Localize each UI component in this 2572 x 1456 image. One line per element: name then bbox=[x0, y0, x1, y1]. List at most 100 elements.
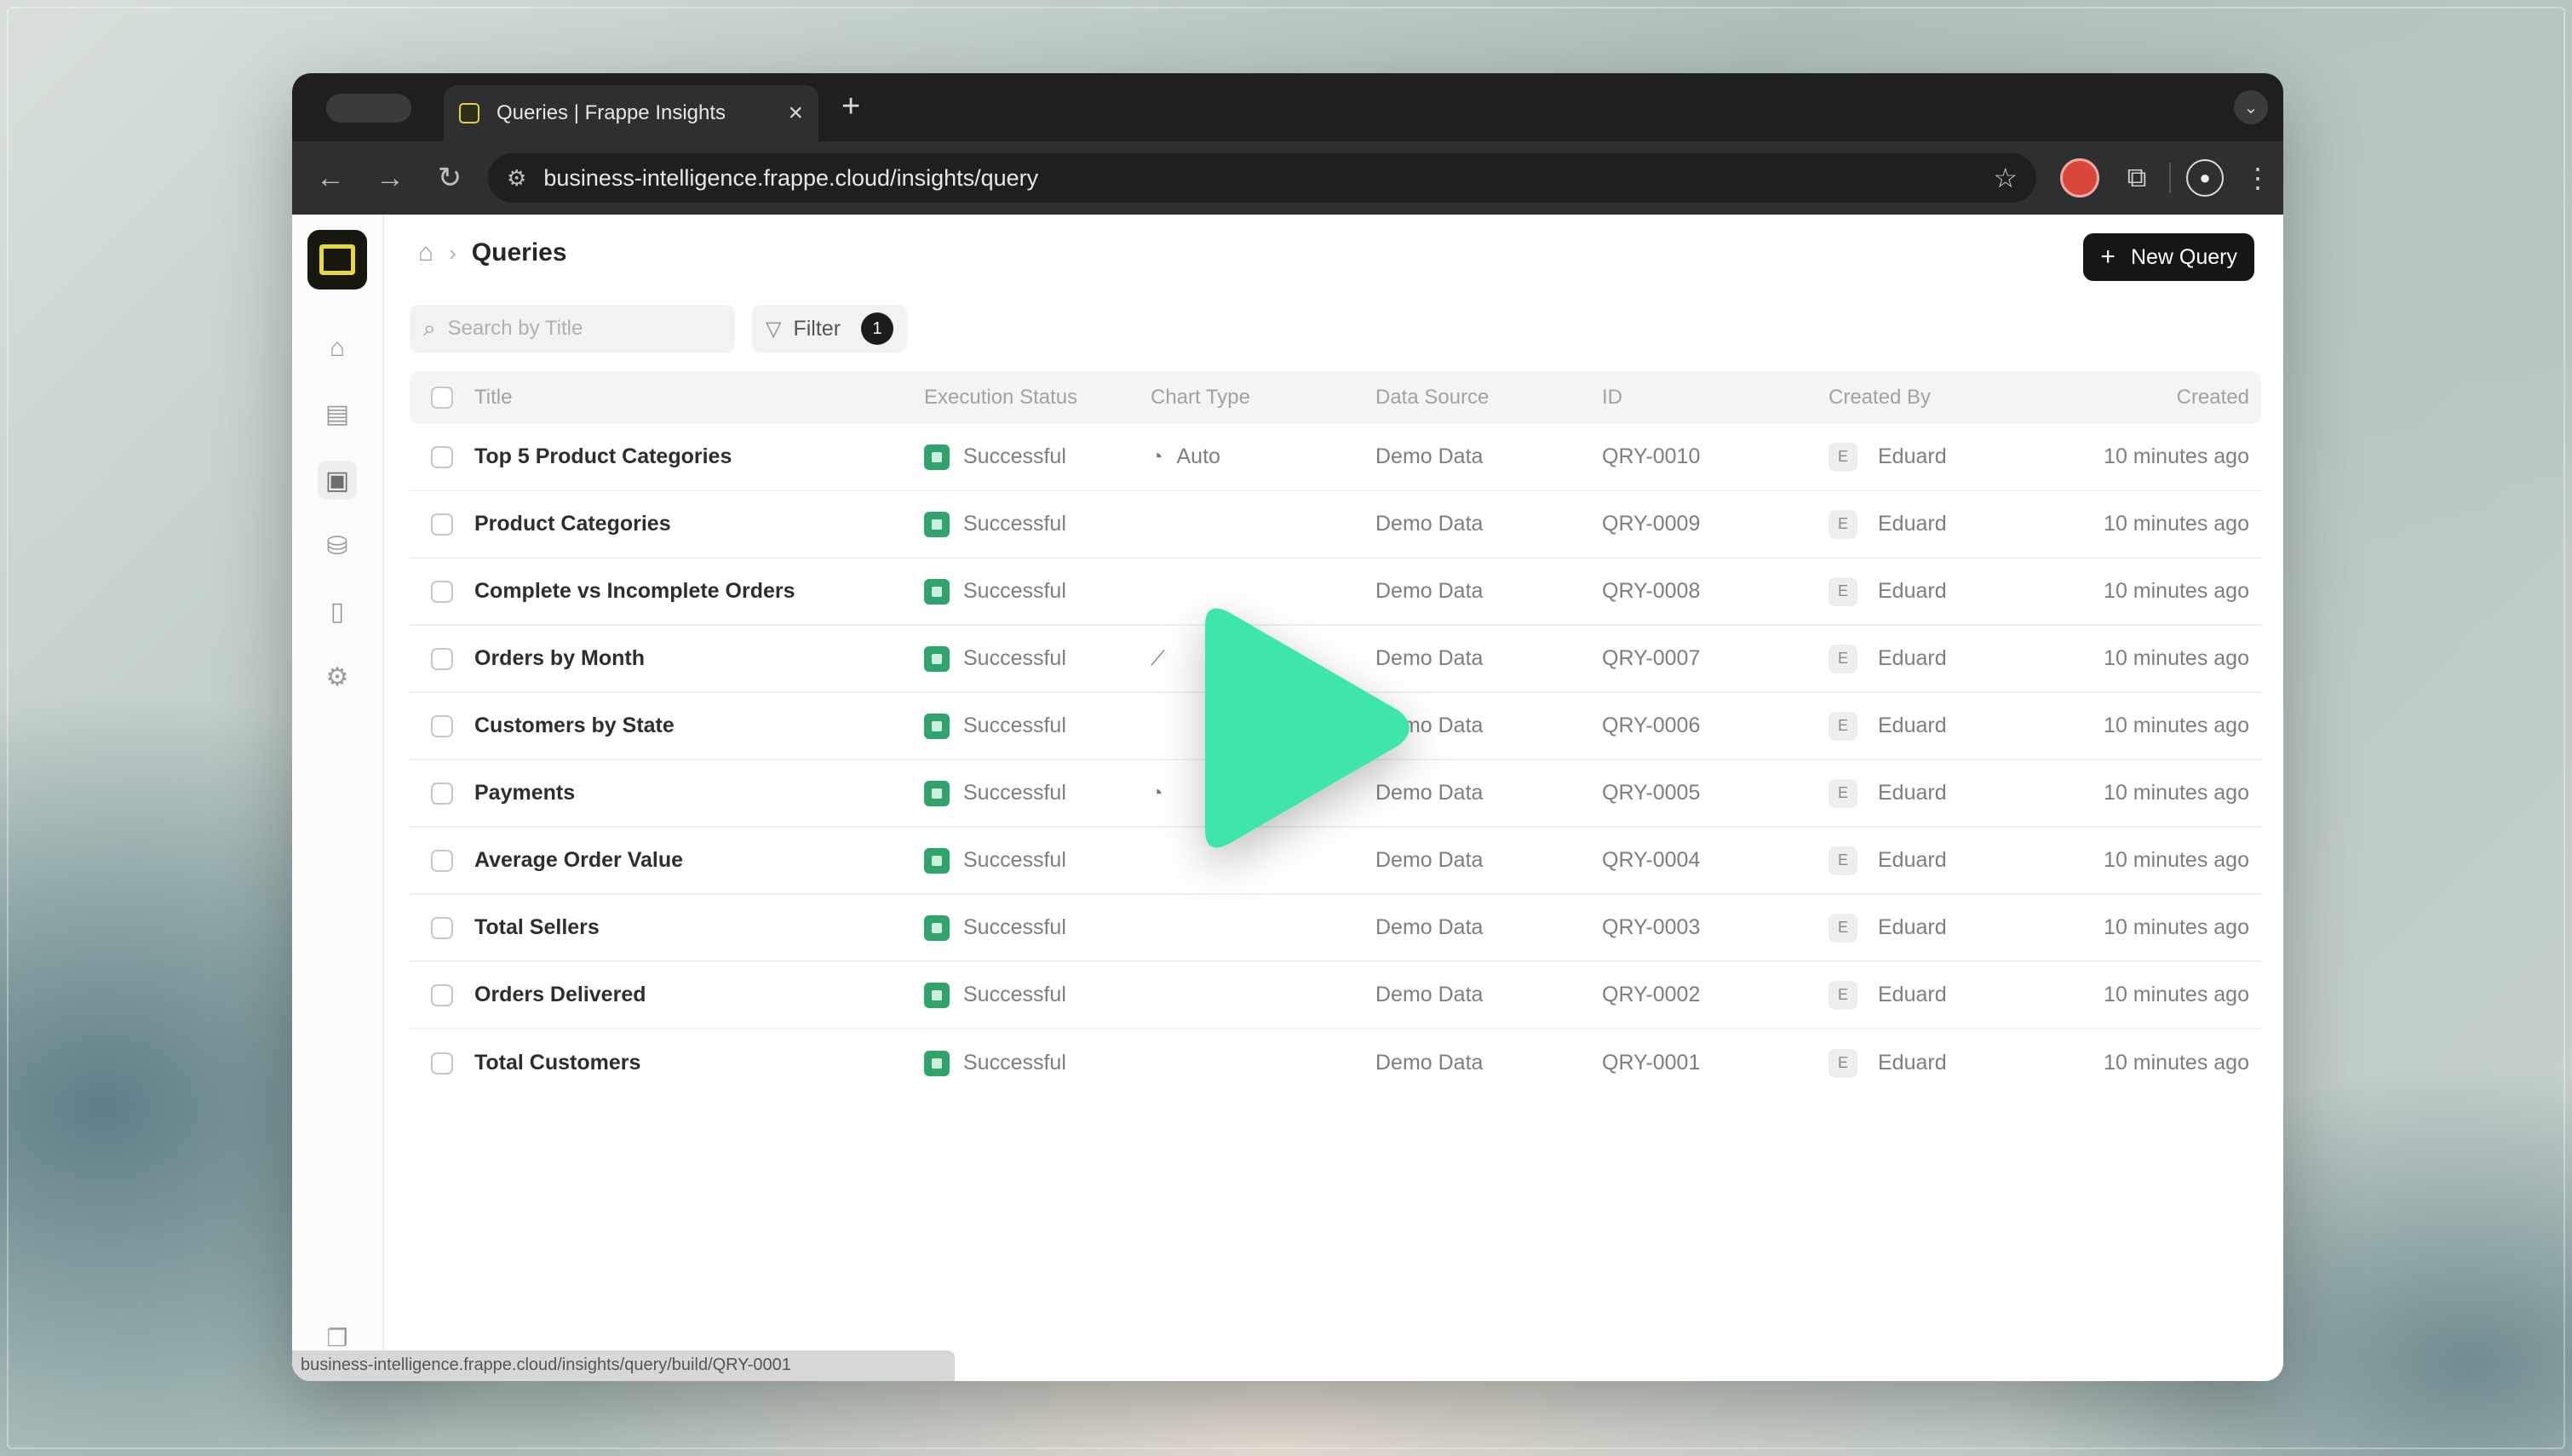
row-checkbox[interactable] bbox=[431, 916, 453, 939]
tab-title: Queries | Frappe Insights bbox=[497, 101, 726, 124]
row-data-source: Demo Data bbox=[1375, 512, 1484, 536]
link-status-bar: business-intelligence.frappe.cloud/insig… bbox=[292, 1350, 955, 1381]
header-created-by[interactable]: Created By bbox=[1829, 386, 2033, 410]
row-created-by: E Eduard bbox=[1829, 980, 2033, 1010]
new-query-button[interactable]: + New Query bbox=[2083, 233, 2254, 281]
row-status: Successful bbox=[924, 444, 1151, 470]
row-title[interactable]: Customers by State bbox=[474, 714, 924, 738]
row-status-label: Successful bbox=[963, 444, 1066, 468]
table-row[interactable]: Total Sellers Successful Demo Data QRY-0003… bbox=[410, 895, 2261, 962]
new-tab-button[interactable]: + bbox=[841, 90, 860, 123]
status-success-icon bbox=[924, 780, 950, 806]
row-checkbox[interactable] bbox=[431, 445, 453, 468]
row-status-label: Successful bbox=[963, 579, 1066, 603]
status-success-icon bbox=[924, 713, 950, 739]
forward-arrow-icon[interactable]: → bbox=[360, 162, 420, 195]
row-status-label: Successful bbox=[963, 714, 1066, 737]
row-title[interactable]: Payments bbox=[474, 781, 924, 805]
row-title[interactable]: Average Order Value bbox=[474, 848, 924, 873]
extension-record-icon[interactable] bbox=[2060, 158, 2099, 198]
dashboards-icon[interactable]: ▤ bbox=[318, 394, 357, 433]
status-success-icon bbox=[924, 511, 950, 537]
pie-chart-icon: ◔ bbox=[1151, 781, 1163, 805]
header-data-source[interactable]: Data Source bbox=[1375, 386, 1602, 410]
insights-logo[interactable] bbox=[307, 230, 367, 289]
filter-button[interactable]: ▽ Filter 1 bbox=[752, 305, 907, 353]
extensions-puzzle-icon[interactable]: ⧉ bbox=[2111, 162, 2162, 194]
play-icon[interactable] bbox=[1171, 592, 1427, 864]
home-icon[interactable]: ⌂ bbox=[318, 329, 357, 368]
header-chart-type[interactable]: Chart Type bbox=[1151, 386, 1375, 410]
row-select-cell bbox=[410, 647, 474, 670]
filter-icon: ▽ bbox=[766, 317, 782, 341]
row-status: Successful bbox=[924, 847, 1151, 874]
queries-icon[interactable]: ▣ bbox=[318, 461, 357, 500]
row-select-cell bbox=[410, 445, 474, 468]
reload-icon[interactable]: ↻ bbox=[420, 161, 479, 195]
row-id: QRY-0009 bbox=[1602, 512, 1701, 536]
browser-tab-active[interactable]: Queries | Frappe Insights × bbox=[444, 85, 818, 141]
bookmark-star-icon[interactable]: ☆ bbox=[1993, 162, 2018, 194]
table-row[interactable]: Orders Delivered Successful Demo Data QRY-0… bbox=[410, 962, 2261, 1029]
header-title[interactable]: Title bbox=[474, 386, 924, 410]
url-text[interactable]: business-intelligence.frappe.cloud/insig… bbox=[543, 165, 1993, 192]
row-checkbox[interactable] bbox=[431, 647, 453, 670]
browser-menu-icon[interactable]: ⋮ bbox=[2232, 162, 2283, 194]
table-row[interactable]: Top 5 Product Categories Successful ◔ Auto D… bbox=[410, 424, 2261, 491]
search-input[interactable] bbox=[447, 317, 703, 341]
tab-search-button[interactable]: ⌄ bbox=[2234, 90, 2268, 124]
select-all-checkbox[interactable] bbox=[431, 387, 453, 409]
header-created[interactable]: Created bbox=[2033, 386, 2261, 410]
row-created: 10 minutes ago bbox=[2104, 579, 2249, 603]
table-row[interactable]: Total Customers Successful Demo Data QRY-00… bbox=[410, 1029, 2261, 1097]
row-title[interactable]: Top 5 Product Categories bbox=[474, 444, 924, 469]
row-checkbox[interactable] bbox=[431, 983, 453, 1006]
breadcrumb-home-icon[interactable]: ⌂ bbox=[418, 238, 433, 267]
plus-icon: + bbox=[2100, 243, 2116, 271]
row-title[interactable]: Product Categories bbox=[474, 512, 924, 536]
row-status-label: Successful bbox=[963, 1051, 1066, 1075]
row-created: 10 minutes ago bbox=[2104, 983, 2249, 1006]
row-checkbox[interactable] bbox=[431, 1052, 453, 1075]
table-row[interactable]: Product Categories Successful Demo Data QRY… bbox=[410, 491, 2261, 559]
settings-icon[interactable]: ⚙ bbox=[318, 657, 357, 696]
status-success-icon bbox=[924, 847, 950, 874]
row-select-cell bbox=[410, 849, 474, 872]
data-sources-icon[interactable]: ⛁ bbox=[318, 526, 357, 565]
header-status[interactable]: Execution Status bbox=[924, 386, 1151, 410]
avatar: E bbox=[1829, 442, 1857, 472]
new-query-label: New Query bbox=[2130, 244, 2237, 269]
row-created-by: E Eduard bbox=[1829, 913, 2033, 943]
row-checkbox[interactable] bbox=[431, 782, 453, 805]
status-success-icon bbox=[924, 1050, 950, 1076]
row-status-label: Successful bbox=[963, 983, 1066, 1006]
row-checkbox[interactable] bbox=[431, 849, 453, 872]
breadcrumb-chevron-icon: › bbox=[449, 239, 456, 266]
row-checkbox[interactable] bbox=[431, 580, 453, 603]
row-select-cell bbox=[410, 580, 474, 603]
window-controls[interactable] bbox=[326, 94, 411, 123]
row-created-by: E Eduard bbox=[1829, 644, 2033, 674]
search-field[interactable]: ⌕ bbox=[410, 305, 735, 353]
toolbar-divider bbox=[2169, 163, 2171, 193]
header-id[interactable]: ID bbox=[1602, 386, 1829, 410]
notebooks-icon[interactable]: ▯ bbox=[318, 592, 357, 631]
tab-close-icon[interactable]: × bbox=[788, 100, 803, 126]
site-settings-icon[interactable]: ⚙ bbox=[507, 165, 526, 192]
page-title: Queries bbox=[471, 238, 567, 267]
back-arrow-icon[interactable]: ← bbox=[301, 162, 360, 195]
row-created: 10 minutes ago bbox=[2104, 915, 2249, 939]
row-title[interactable]: Total Sellers bbox=[474, 915, 924, 940]
row-title[interactable]: Complete vs Incomplete Orders bbox=[474, 579, 924, 604]
row-title[interactable]: Orders by Month bbox=[474, 646, 924, 671]
address-bar[interactable]: ⚙ business-intelligence.frappe.cloud/ins… bbox=[488, 153, 2036, 203]
row-title[interactable]: Orders Delivered bbox=[474, 983, 924, 1007]
row-checkbox[interactable] bbox=[431, 714, 453, 737]
row-status-label: Successful bbox=[963, 848, 1066, 872]
row-status: Successful bbox=[924, 982, 1151, 1008]
browser-toolbar: ← → ↻ ⚙ business-intelligence.frappe.clo… bbox=[292, 141, 2283, 215]
row-title[interactable]: Total Customers bbox=[474, 1051, 924, 1075]
status-success-icon bbox=[924, 914, 950, 941]
row-checkbox[interactable] bbox=[431, 513, 453, 536]
profile-avatar-icon[interactable]: ● bbox=[2186, 159, 2224, 197]
